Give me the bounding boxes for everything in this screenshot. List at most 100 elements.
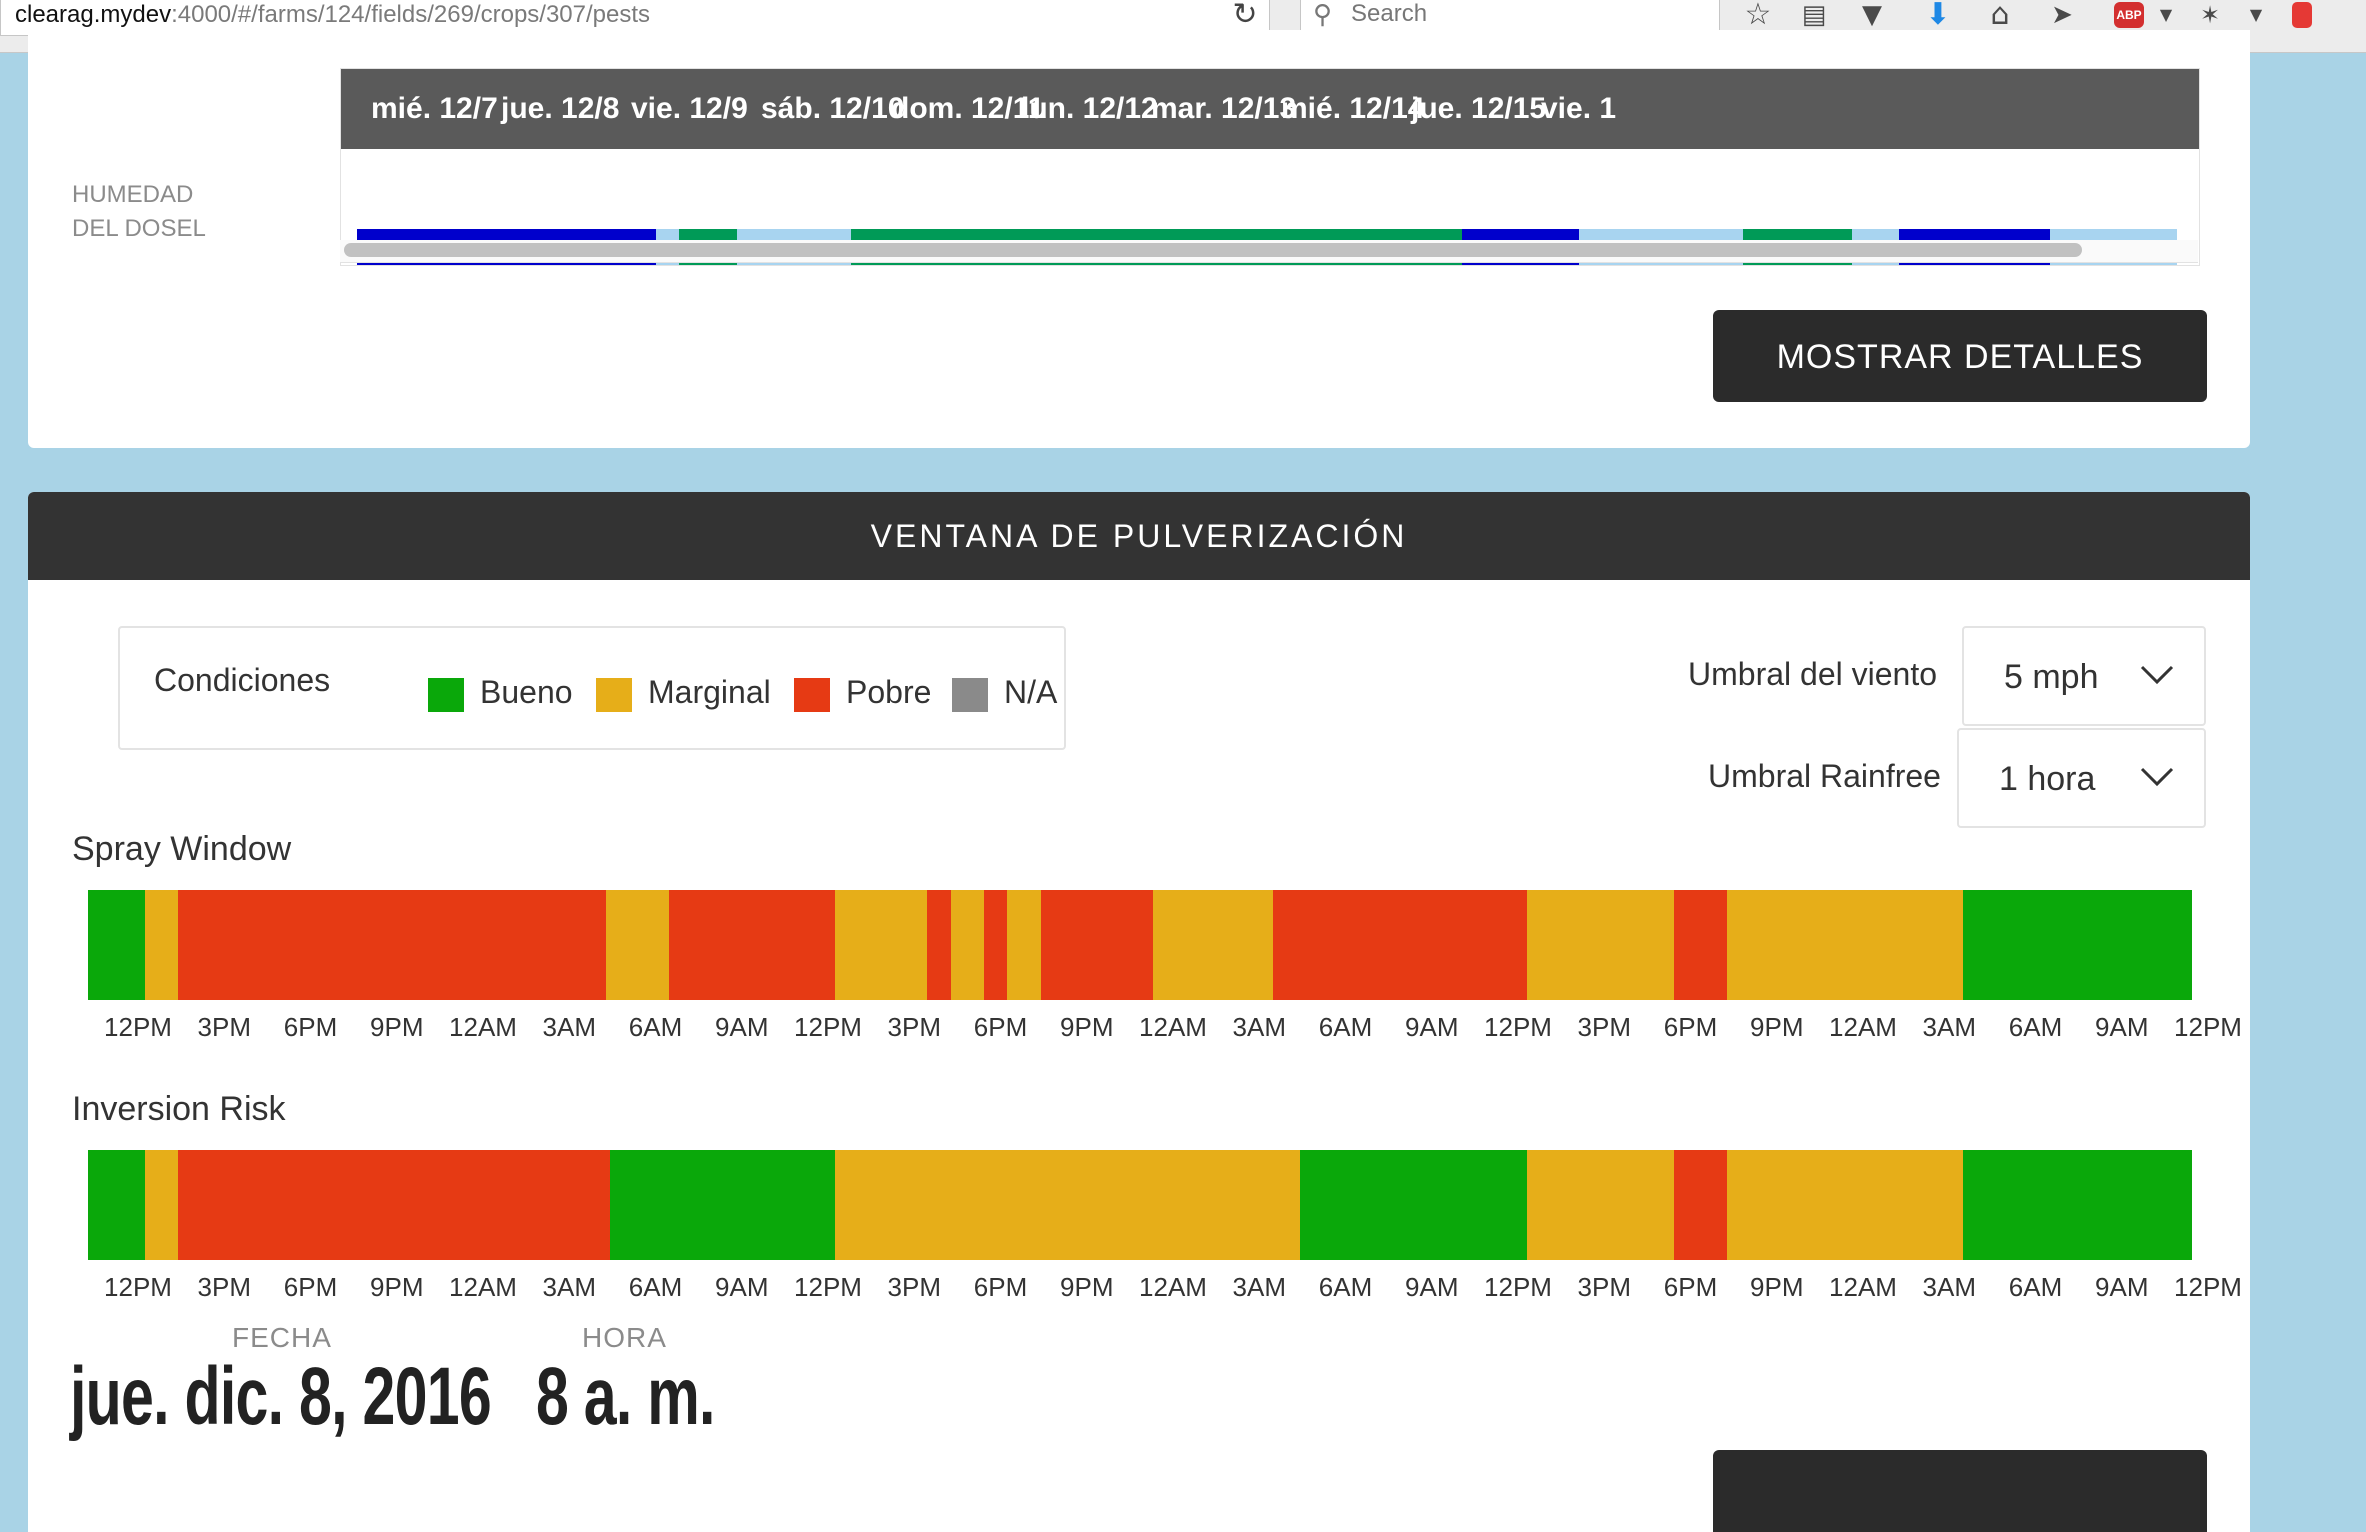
rainfree-threshold-value: 1 hora: [1999, 760, 2096, 798]
time-tick-label: 3PM: [197, 1272, 251, 1302]
condition-segment-bueno[interactable]: [88, 890, 146, 1000]
time-tick-label: 6AM: [2008, 1272, 2063, 1302]
chevron-down-icon: [2140, 665, 2174, 685]
condition-segment-pobre[interactable]: [668, 890, 836, 1000]
condition-segment-marginal[interactable]: [1527, 1150, 1675, 1260]
time-tick-label: 12AM: [1829, 1012, 1897, 1042]
bottom-action-button[interactable]: [1713, 1450, 2207, 1532]
condition-segment-pobre[interactable]: [1674, 1150, 1728, 1260]
rainfree-threshold-select[interactable]: 1 hora: [1957, 728, 2206, 828]
wind-threshold-select[interactable]: 5 mph: [1962, 626, 2206, 726]
legend-swatch: [596, 678, 632, 712]
time-tick-label: 12AM: [1139, 1272, 1207, 1302]
condition-segment-pobre[interactable]: [178, 890, 607, 1000]
condition-segment-bueno[interactable]: [1962, 890, 2193, 1000]
extension-icon[interactable]: [2292, 2, 2312, 28]
time-tick-label: 12AM: [1139, 1012, 1207, 1042]
condition-segment-marginal[interactable]: [1727, 890, 1964, 1000]
time-tick-label: 12PM: [104, 1272, 172, 1302]
time-tick-label: 12PM: [104, 1012, 172, 1042]
condition-segment-marginal[interactable]: [834, 1150, 1301, 1260]
timeline-day-header: mié. 12/7 jue. 12/8 vie. 12/9 sáb. 12/10 dom…: [341, 69, 2199, 149]
time-tick-label: 12PM: [794, 1012, 862, 1042]
wind-threshold-label: Umbral del viento: [1688, 656, 1937, 692]
conditions-legend: Condiciones Bueno Marginal Pobre N/A: [118, 626, 1066, 750]
chevron-down-icon: [2140, 767, 2174, 787]
condition-segment-pobre[interactable]: [1272, 890, 1528, 1000]
time-tick-label: 12AM: [1829, 1272, 1897, 1302]
time-tick-label: 9AM: [2095, 1012, 2149, 1042]
time-tick-label: 9PM: [1750, 1272, 1804, 1302]
show-details-button[interactable]: MOSTRAR DETALLES: [1713, 310, 2207, 402]
time-tick-label: 3PM: [887, 1012, 941, 1042]
time-tick-label: 9PM: [1060, 1012, 1114, 1042]
condition-segment-pobre[interactable]: [984, 890, 1008, 1000]
search-placeholder: Search: [1351, 0, 1428, 27]
time-tick-label: 6AM: [1318, 1012, 1373, 1042]
condition-segment-pobre[interactable]: [927, 890, 952, 1000]
time-tick-label: 6PM: [283, 1272, 338, 1302]
condition-segment-bueno[interactable]: [88, 1150, 146, 1260]
condition-segment-bueno[interactable]: [1299, 1150, 1528, 1260]
condition-segment-marginal[interactable]: [144, 890, 179, 1000]
time-tick-label: 6PM: [1663, 1012, 1718, 1042]
inversion-risk-bar[interactable]: [88, 1150, 2193, 1260]
condition-segment-bueno[interactable]: [609, 1150, 836, 1260]
legend-label: Pobre: [846, 674, 932, 710]
condition-segment-pobre[interactable]: [1041, 890, 1154, 1000]
condition-segment-marginal[interactable]: [1727, 1150, 1964, 1260]
time-tick-label: 6PM: [1663, 1272, 1718, 1302]
time-tick-label: 12PM: [794, 1272, 862, 1302]
selected-time: 8 a. m.: [536, 1351, 715, 1442]
adblock-icon[interactable]: ABP: [2114, 2, 2144, 28]
timeline-day-label: sáb. 12/10: [761, 92, 905, 125]
time-tick-label: 12PM: [1484, 1272, 1552, 1302]
wind-threshold-value: 5 mph: [2004, 658, 2099, 696]
timeline-day-label: jue. 12/15: [1411, 92, 1547, 125]
spray-window-header: VENTANA DE PULVERIZACIÓN: [28, 492, 2250, 580]
inversion-risk-title: Inversion Risk: [72, 1090, 286, 1128]
canopy-label: HUMEDAD DEL DOSEL: [72, 181, 206, 242]
time-tick-label: 6PM: [973, 1272, 1028, 1302]
condition-segment-marginal[interactable]: [1527, 890, 1675, 1000]
time-tick-label: 9PM: [1750, 1012, 1804, 1042]
spray-window-time-axis: 12PM 3PM 6PM 9PM 12AM 3AM 6AM 9AM 12PM 3PM 6PM 9PM 1…: [28, 1012, 2250, 1052]
timeline-day-label: vie. 1: [1541, 92, 1617, 125]
time-tick-label: 3AM: [542, 1272, 596, 1302]
time-tick-label: 3AM: [1922, 1272, 1976, 1302]
time-tick-label: 3AM: [1232, 1012, 1286, 1042]
time-tick-label: 9AM: [1405, 1012, 1459, 1042]
scrollbar-thumb[interactable]: [344, 243, 2082, 257]
timeline-day-label: lun. 12/12: [1021, 92, 1158, 125]
rainfree-threshold-label: Umbral Rainfree: [1708, 758, 1941, 794]
spray-window-bar[interactable]: [88, 890, 2193, 1000]
timeline-day-label: mié. 12/7: [371, 92, 498, 125]
time-tick-label: 12PM: [2174, 1012, 2242, 1042]
legend-swatch: [952, 678, 988, 712]
time-tick-label: 3AM: [542, 1012, 596, 1042]
condition-segment-marginal[interactable]: [1007, 890, 1042, 1000]
condition-segment-pobre[interactable]: [178, 1150, 611, 1260]
timeline-day-label: vie. 12/9: [631, 92, 748, 125]
time-tick-label: 9PM: [1060, 1272, 1114, 1302]
time-tick-label: 12AM: [449, 1012, 517, 1042]
legend-label: Bueno: [480, 674, 573, 710]
url-host: clearag.mydev: [15, 1, 172, 28]
condition-segment-marginal[interactable]: [834, 890, 928, 1000]
time-tick-label: 3PM: [197, 1012, 251, 1042]
condition-segment-marginal[interactable]: [1152, 890, 1274, 1000]
condition-segment-marginal[interactable]: [605, 890, 670, 1000]
time-tick-label: 3AM: [1232, 1272, 1286, 1302]
condition-segment-marginal[interactable]: [950, 890, 985, 1000]
condition-segment-pobre[interactable]: [1674, 890, 1728, 1000]
condition-segment-bueno[interactable]: [1962, 1150, 2193, 1260]
legend-title: Condiciones: [154, 662, 331, 698]
canopy-timeline: mié. 12/7 jue. 12/8 vie. 12/9 sáb. 12/10 dom…: [340, 68, 2200, 266]
time-tick-label: 9PM: [370, 1272, 424, 1302]
selected-date: jue. dic. 8, 2016: [70, 1351, 492, 1442]
time-tick-label: 6AM: [1318, 1272, 1373, 1302]
timeline-scrollbar[interactable]: [340, 240, 2198, 263]
legend-swatch: [428, 678, 464, 712]
url-path: :4000/#/farms/124/fields/269/crops/307/p…: [171, 1, 651, 28]
condition-segment-marginal[interactable]: [144, 1150, 179, 1260]
